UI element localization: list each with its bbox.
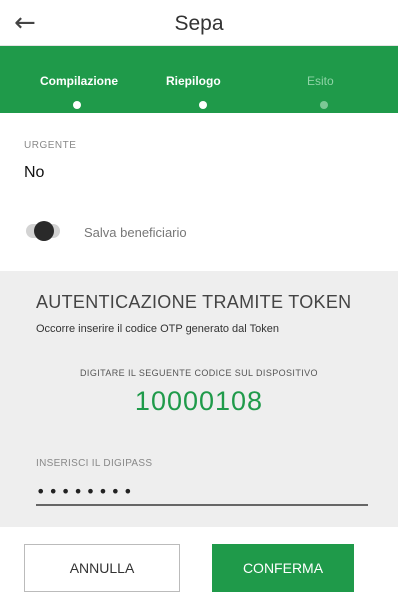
- cancel-button[interactable]: ANNULLA: [24, 544, 180, 592]
- page-title: Sepa: [174, 12, 224, 35]
- stepper: Compilazione Riepilogo Esito: [0, 46, 398, 113]
- token-instruction: DIGITARE IL SEGUENTE CODICE SUL DISPOSIT…: [80, 368, 318, 378]
- step-esito: Esito: [307, 74, 334, 88]
- token-title: AUTENTICAZIONE TRAMITE TOKEN: [36, 292, 352, 312]
- toggle-knob[interactable]: [34, 221, 54, 241]
- salva-beneficiario-label: Salva beneficiario: [84, 225, 187, 240]
- urgente-value: No: [24, 164, 45, 181]
- step-dot-riepilogo: [199, 101, 207, 109]
- token-subtitle: Occorre inserire il codice OTP generato …: [36, 323, 279, 335]
- step-compilazione: Compilazione: [40, 74, 119, 88]
- step-riepilogo: Riepilogo: [166, 74, 221, 88]
- urgente-label: URGENTE: [24, 140, 77, 151]
- step-dot-compilazione: [73, 101, 81, 109]
- otp-code: 10000108: [134, 386, 264, 416]
- digipass-input[interactable]: [36, 478, 368, 506]
- app-header: ← Sepa: [0, 0, 398, 46]
- confirm-button[interactable]: CONFERMA: [212, 544, 354, 592]
- digipass-label: INSERISCI IL DIGIPASS: [36, 458, 153, 469]
- step-dot-esito: [320, 101, 328, 109]
